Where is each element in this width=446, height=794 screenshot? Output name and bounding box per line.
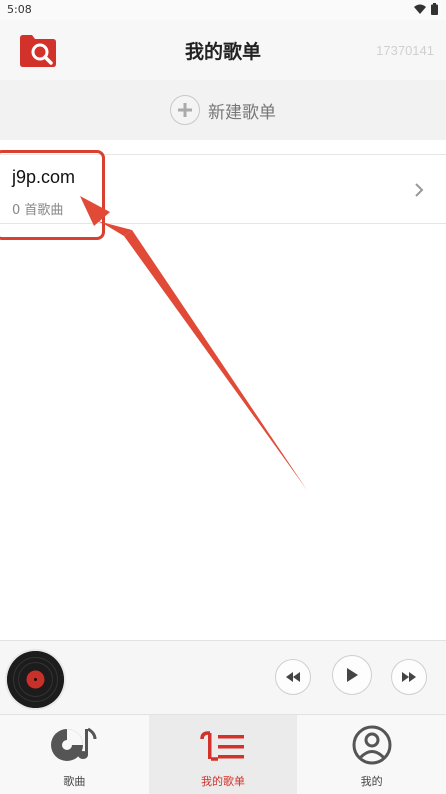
tab-me[interactable]: 我的 — [297, 715, 446, 794]
playlist-name: j9p.com — [12, 167, 76, 187]
status-icons — [414, 3, 438, 15]
tab-my-playlists-label: 我的歌单 — [200, 775, 245, 788]
chevron-right-icon — [415, 183, 424, 197]
playlist-item[interactable]: j9p.com 0 首歌曲 — [0, 154, 446, 224]
wifi-icon — [414, 4, 426, 14]
tab-songs-label: 歌曲 — [63, 775, 86, 788]
tab-songs[interactable]: 歌曲 — [0, 715, 149, 794]
plus-icon — [170, 95, 200, 125]
header: 我的歌单 17370141 — [0, 20, 446, 80]
new-playlist-label: 新建歌单 — [208, 102, 276, 123]
user-icon — [347, 725, 397, 765]
rewind-icon — [286, 672, 300, 682]
music-disc-icon — [49, 725, 99, 765]
play-button[interactable] — [332, 655, 372, 695]
new-playlist-button[interactable]: 新建歌单 — [0, 80, 446, 140]
playlist-song-count: 0 首歌曲 — [12, 203, 64, 218]
bottom-nav: 歌曲 我的歌单 我的 — [0, 714, 446, 794]
tab-my-playlists[interactable]: 我的歌单 — [148, 715, 298, 794]
tab-me-label: 我的 — [360, 775, 383, 788]
play-icon — [347, 668, 358, 682]
battery-icon — [431, 3, 438, 15]
player-bar — [0, 640, 446, 714]
vinyl-disc-icon[interactable] — [7, 651, 64, 708]
next-button[interactable] — [391, 659, 427, 695]
status-bar: 5:08 — [0, 0, 446, 20]
status-time: 5:08 — [7, 3, 32, 16]
user-id: 17370141 — [376, 43, 434, 58]
fast-forward-icon — [402, 672, 416, 682]
playlist-icon — [198, 725, 248, 765]
previous-button[interactable] — [275, 659, 311, 695]
